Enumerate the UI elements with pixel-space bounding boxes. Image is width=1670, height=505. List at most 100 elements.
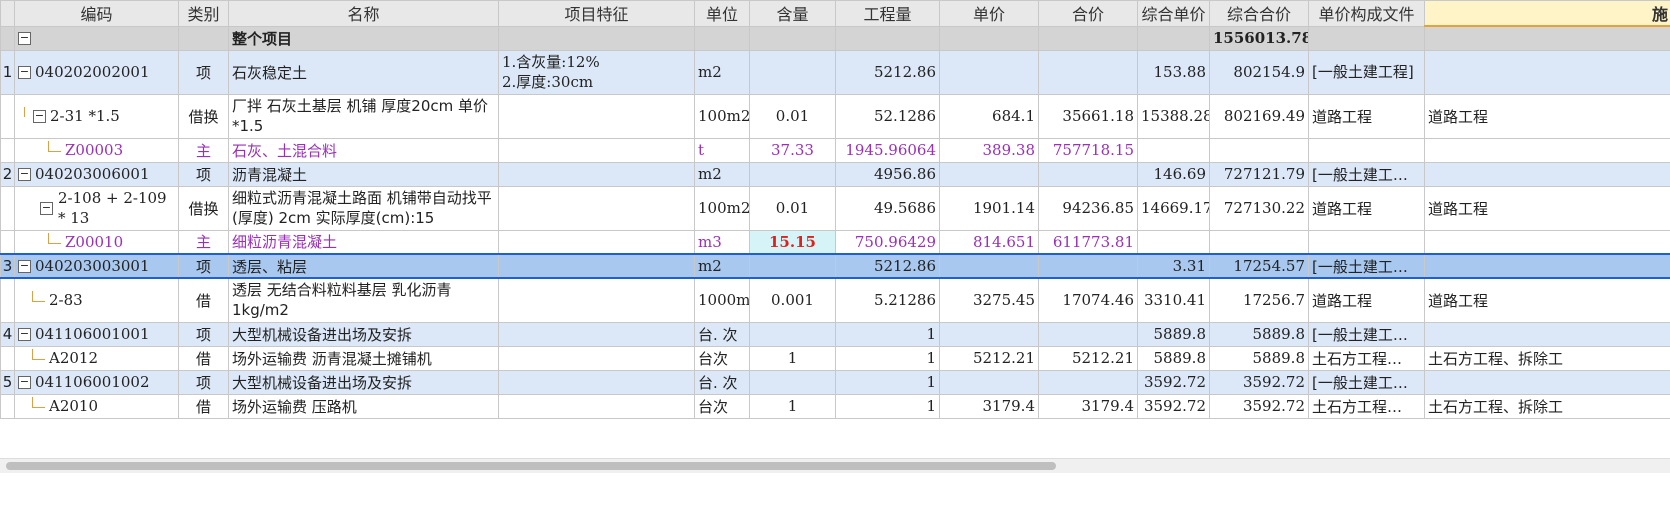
cell-total[interactable] [1038, 369, 1138, 395]
table-row[interactable]: −2-108 + 2-109 * 13 借换 细粒式沥青混凝土路面 机铺带自动找… [0, 185, 1670, 231]
cell-total[interactable] [1038, 161, 1138, 187]
cell-name[interactable]: 沥青混凝土 [228, 161, 499, 187]
cell-feature[interactable] [498, 321, 695, 347]
cell-unit[interactable]: 台. 次 [694, 321, 750, 347]
cell-file[interactable]: 土石方工程… [1308, 345, 1425, 371]
cell-content[interactable] [749, 161, 836, 187]
cell-uprice[interactable]: 146.69 [1137, 161, 1210, 187]
cell-name[interactable]: 细粒沥青混凝土 [228, 229, 499, 255]
table-row[interactable]: 5 −041106001002 项 大型机械设备进出场及安拆 台. 次 1 35… [0, 369, 1670, 395]
cell-unit[interactable]: m2 [694, 49, 750, 95]
cell-code[interactable]: −041106001001 [14, 321, 179, 347]
cell-total[interactable]: 611773.81 [1038, 229, 1138, 255]
table-row[interactable]: A2012 借 场外运输费 沥青混凝土摊铺机 台次 1 1 5212.21 52… [0, 345, 1670, 371]
cell-quantity[interactable]: 1945.96064 [835, 137, 940, 163]
cell-uprice[interactable] [1137, 137, 1210, 163]
cell-code[interactable]: −041106001002 [14, 369, 179, 395]
cell-uprice[interactable]: 5889.8 [1137, 345, 1210, 371]
cell-name[interactable]: 场外运输费 压路机 [228, 393, 499, 419]
cell-feature[interactable] [498, 345, 695, 371]
cell-file[interactable] [1308, 137, 1425, 163]
cell-total[interactable]: 35661.18 [1038, 93, 1138, 139]
cell-content[interactable] [749, 369, 836, 395]
header-code[interactable]: 编码 [14, 0, 179, 27]
cell-code[interactable]: A2010 [14, 393, 179, 419]
cell-total[interactable]: 3179.4 [1038, 393, 1138, 419]
cell-code[interactable]: −2-31 *1.5 [14, 93, 179, 139]
cell-price[interactable]: 3179.4 [939, 393, 1039, 419]
cell-file[interactable]: 土石方工程… [1308, 393, 1425, 419]
cell-unit[interactable]: m3 [694, 229, 750, 255]
cell-quantity[interactable]: 5212.86 [835, 49, 940, 95]
cell-extra[interactable]: 道路工程 [1424, 185, 1670, 231]
minus-box-icon[interactable]: − [33, 110, 46, 123]
cell-code[interactable]: Z00010 [14, 229, 179, 255]
cell-uprice[interactable]: 3592.72 [1137, 393, 1210, 419]
cell-quantity[interactable]: 49.5686 [835, 185, 940, 231]
cell-feature[interactable]: 1.含灰量:12% 2.厚度:30cm [498, 49, 695, 95]
cell-price[interactable]: 684.1 [939, 93, 1039, 139]
cell-price[interactable] [939, 369, 1039, 395]
cell-name[interactable]: 大型机械设备进出场及安拆 [228, 369, 499, 395]
cell-price[interactable] [939, 321, 1039, 347]
cell-quantity[interactable]: 5.21286 [835, 277, 940, 323]
cell-extra[interactable] [1424, 253, 1670, 279]
cell-code[interactable]: Z00003 [14, 137, 179, 163]
cell-price[interactable] [939, 161, 1039, 187]
minus-box-icon[interactable]: − [18, 32, 31, 45]
cell-utotal[interactable]: 5889.8 [1209, 345, 1309, 371]
cell-unit[interactable]: 100m2 [694, 93, 750, 139]
cell-total[interactable] [1038, 321, 1138, 347]
cell-price[interactable]: 389.38 [939, 137, 1039, 163]
cell-type[interactable]: 项 [178, 369, 229, 395]
scrollbar-thumb[interactable] [6, 462, 1056, 470]
cell-quantity[interactable]: 1 [835, 393, 940, 419]
cell-content[interactable]: 37.33 [749, 137, 836, 163]
header-type[interactable]: 类别 [178, 0, 229, 27]
cell-extra[interactable] [1424, 321, 1670, 347]
cell-price[interactable] [939, 253, 1039, 279]
cell-feature[interactable] [498, 93, 695, 139]
cell-name[interactable]: 细粒式沥青混凝土路面 机铺带自动找平(厚度) 2cm 实际厚度(cm):15 [228, 185, 499, 231]
header-composite-total[interactable]: 综合合价 [1209, 0, 1309, 27]
cell-type[interactable]: 项 [178, 253, 229, 279]
minus-box-icon[interactable]: − [18, 328, 31, 341]
cell-file[interactable]: 道路工程 [1308, 277, 1425, 323]
cell-content[interactable]: 0.01 [749, 93, 836, 139]
cell-code[interactable]: −040203006001 [14, 161, 179, 187]
cell-unit[interactable]: t [694, 137, 750, 163]
cell-extra[interactable]: 土石方工程、拆除工 [1424, 393, 1670, 419]
cell-content-highlighted[interactable]: 15.15 [749, 229, 836, 255]
cell-feature[interactable] [498, 277, 695, 323]
cell-uprice[interactable]: 153.88 [1137, 49, 1210, 95]
cell-code[interactable]: − [14, 25, 179, 51]
cell-feature[interactable] [498, 369, 695, 395]
cell-type[interactable]: 借换 [178, 93, 229, 139]
cell-content[interactable]: 1 [749, 345, 836, 371]
cell-total[interactable] [1038, 49, 1138, 95]
cell-file[interactable]: [一般土建工… [1308, 161, 1425, 187]
cell-utotal[interactable]: 727121.79 [1209, 161, 1309, 187]
cell-content[interactable] [749, 321, 836, 347]
project-root-label[interactable]: 整个项目 [228, 25, 499, 51]
cell-type[interactable]: 借换 [178, 185, 229, 231]
cell-uprice[interactable]: 15388.28 [1137, 93, 1210, 139]
table-row[interactable]: −2-31 *1.5 借换 厂拌 石灰土基层 机铺 厚度20cm 单价*1.5 … [0, 93, 1670, 139]
header-quantity[interactable]: 工程量 [835, 0, 940, 27]
cell-type[interactable]: 借 [178, 393, 229, 419]
cell-uprice[interactable]: 14669.17 [1137, 185, 1210, 231]
cell-uprice[interactable]: 3592.72 [1137, 369, 1210, 395]
cell-feature[interactable] [498, 229, 695, 255]
minus-box-icon[interactable]: − [18, 168, 31, 181]
cell-type[interactable]: 项 [178, 49, 229, 95]
table-row[interactable]: Z00003 主 石灰、土混合料 t 37.33 1945.96064 389.… [0, 137, 1670, 163]
cell-price[interactable]: 3275.45 [939, 277, 1039, 323]
cell-unit[interactable]: 1000m2 [694, 277, 750, 323]
cell-file[interactable]: [一般土建工… [1308, 321, 1425, 347]
cell-quantity[interactable]: 750.96429 [835, 229, 940, 255]
project-root-row[interactable]: − 整个项目 1556013.78 [0, 25, 1670, 51]
cell-name[interactable]: 透层、粘层 [228, 253, 499, 279]
header-unit-price[interactable]: 单价 [939, 0, 1039, 27]
cell-utotal[interactable]: 727130.22 [1209, 185, 1309, 231]
cell-quantity[interactable]: 1 [835, 321, 940, 347]
